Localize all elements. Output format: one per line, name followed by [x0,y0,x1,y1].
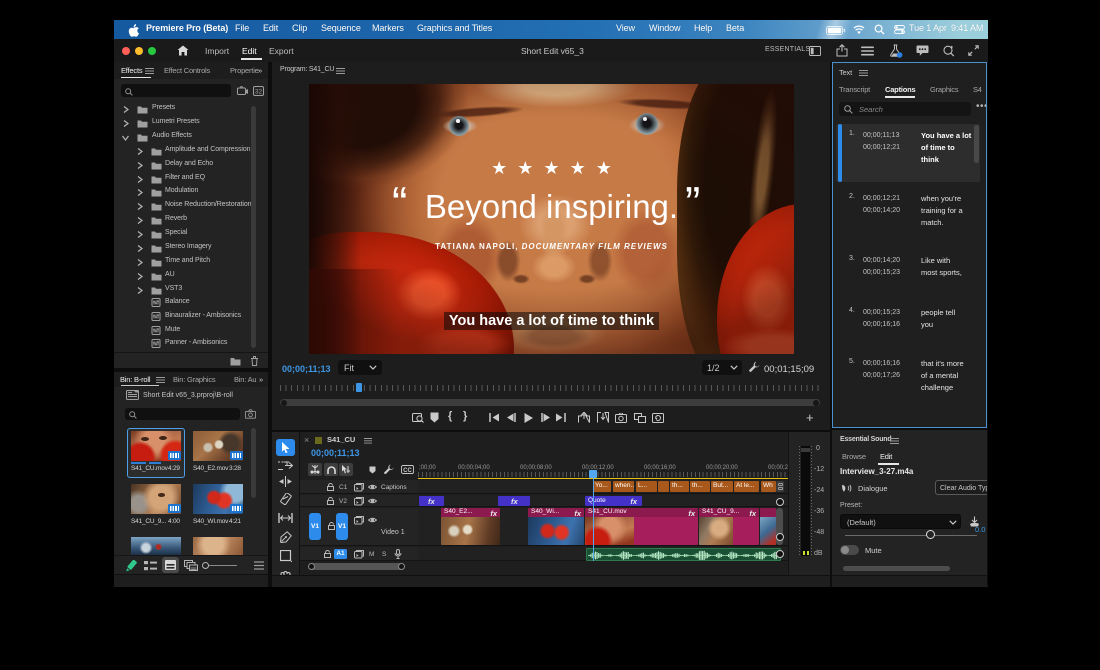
svg-text:CC: CC [403,468,412,474]
svg-text:32: 32 [255,89,263,96]
